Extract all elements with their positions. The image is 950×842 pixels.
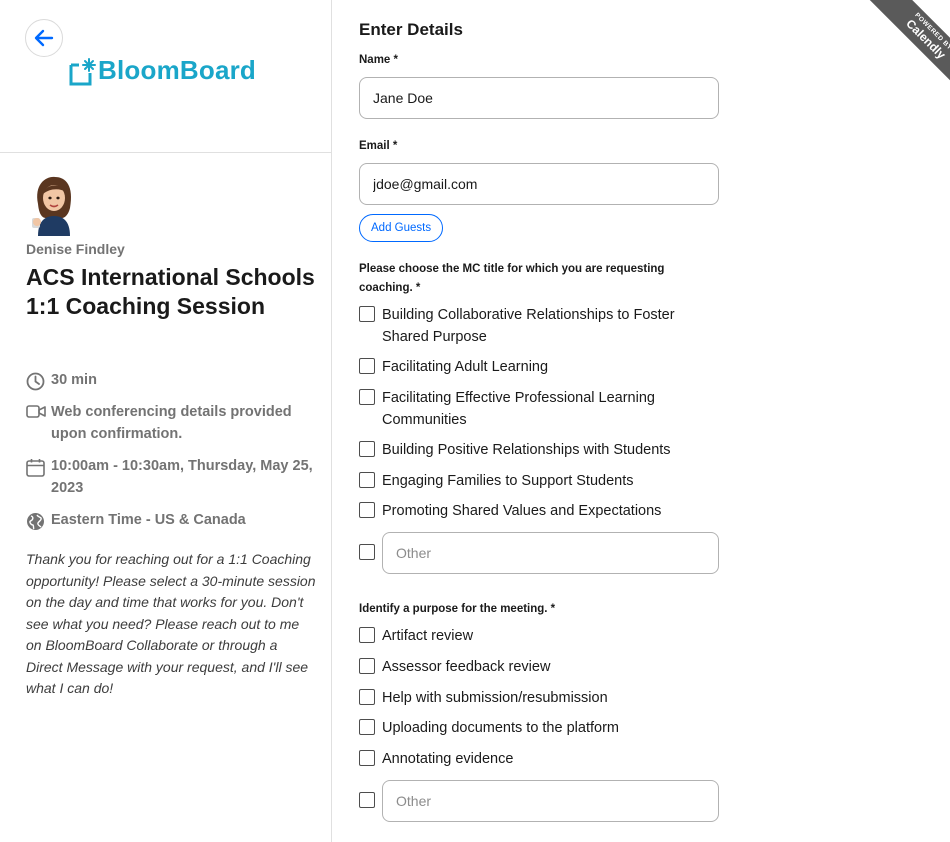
email-label: Email *	[359, 140, 398, 152]
video-camera-icon	[26, 401, 51, 445]
datetime-text: 10:00am - 10:30am, Thursday, May 25, 202…	[51, 458, 313, 496]
event-title: ACS International Schools 1:1 Coaching S…	[26, 264, 315, 319]
purpose-option-row[interactable]: Assessor feedback review	[359, 656, 719, 678]
checkbox[interactable]	[359, 441, 375, 457]
mc-other-input[interactable]	[382, 532, 719, 574]
host-name: Denise Findley	[26, 241, 125, 257]
option-label: Building Positive Relationships with Stu…	[382, 442, 671, 458]
checkbox[interactable]	[359, 627, 375, 643]
location-detail: Web conferencing details provided upon c…	[26, 401, 316, 445]
mc-option-row[interactable]: Building Positive Relationships with Stu…	[359, 439, 719, 461]
option-label: Engaging Families to Support Students	[382, 473, 634, 489]
option-label: Building Collaborative Relationships to …	[382, 307, 675, 345]
logo-spark-icon	[68, 57, 96, 86]
clock-icon	[26, 369, 51, 398]
purpose-option-row[interactable]: Artifact review	[359, 625, 719, 647]
host-avatar	[28, 174, 80, 236]
checkbox[interactable]	[359, 750, 375, 766]
name-input[interactable]	[359, 77, 719, 119]
powered-by-ribbon[interactable]: POWERED BY Calendly	[840, 0, 950, 110]
name-label: Name *	[359, 54, 398, 66]
mc-option-row[interactable]: Facilitating Adult Learning	[359, 356, 719, 378]
mc-option-row[interactable]: Facilitating Effective Professional Lear…	[359, 387, 719, 431]
checkbox[interactable]	[359, 502, 375, 518]
calendly-text: Calendly	[903, 16, 949, 62]
details-form: Enter Details Name * Email * Add Guests …	[332, 0, 950, 842]
option-label: Assessor feedback review	[382, 659, 551, 675]
datetime-detail: 10:00am - 10:30am, Thursday, May 25, 202…	[26, 455, 316, 499]
mc-option-row[interactable]: Building Collaborative Relationships to …	[359, 304, 719, 348]
arrow-left-icon	[34, 29, 54, 47]
add-guests-button[interactable]: Add Guests	[359, 214, 444, 242]
checkbox[interactable]	[359, 658, 375, 674]
purpose-question: Identify a purpose for the meeting. *	[359, 603, 556, 615]
checkbox[interactable]	[359, 472, 375, 488]
mc-option-row[interactable]: Promoting Shared Values and Expectations	[359, 500, 719, 522]
option-label: Artifact review	[382, 628, 474, 644]
option-label: Help with submission/resubmission	[382, 690, 608, 706]
purpose-option-row[interactable]: Help with submission/resubmission	[359, 687, 719, 709]
option-label: Annotating evidence	[382, 751, 514, 767]
calendar-icon	[26, 455, 51, 499]
event-description: Thank you for reaching out for a 1:1 Coa…	[26, 551, 316, 696]
duration-text: 30 min	[51, 372, 97, 388]
mc-other-checkbox[interactable]	[359, 544, 375, 560]
event-details-panel: BloomBoard Denise Findley ACS Internatio…	[0, 0, 332, 842]
calendly-badge[interactable]: POWERED BY Calendly	[860, 0, 950, 105]
purpose-other-input[interactable]	[382, 780, 719, 822]
mc-title-question: Please choose the MC title for which you…	[359, 263, 665, 294]
mc-option-row[interactable]: Engaging Families to Support Students	[359, 470, 719, 492]
back-button[interactable]	[25, 19, 63, 57]
checkbox[interactable]	[359, 306, 375, 322]
location-text: Web conferencing details provided upon c…	[51, 404, 292, 442]
option-label: Uploading documents to the platform	[382, 720, 619, 736]
timezone-text: Eastern Time - US & Canada	[51, 512, 246, 528]
option-label: Promoting Shared Values and Expectations	[382, 503, 662, 519]
option-label: Facilitating Adult Learning	[382, 359, 549, 375]
timezone-detail: Eastern Time - US & Canada	[26, 509, 316, 538]
checkbox[interactable]	[359, 689, 375, 705]
checkbox[interactable]	[359, 389, 375, 405]
bloomboard-logo: BloomBoard	[68, 55, 256, 86]
email-input[interactable]	[359, 163, 719, 205]
purpose-other-checkbox[interactable]	[359, 792, 375, 808]
logo-header: BloomBoard	[0, 0, 331, 153]
duration-detail: 30 min	[26, 369, 316, 398]
purpose-option-row[interactable]: Annotating evidence	[359, 748, 719, 770]
option-label: Facilitating Effective Professional Lear…	[382, 390, 655, 428]
globe-icon	[26, 509, 51, 538]
checkbox[interactable]	[359, 719, 375, 735]
logo-text: BloomBoard	[98, 55, 256, 85]
purpose-option-row[interactable]: Uploading documents to the platform	[359, 717, 719, 739]
checkbox[interactable]	[359, 358, 375, 374]
form-heading: Enter Details	[359, 20, 463, 39]
